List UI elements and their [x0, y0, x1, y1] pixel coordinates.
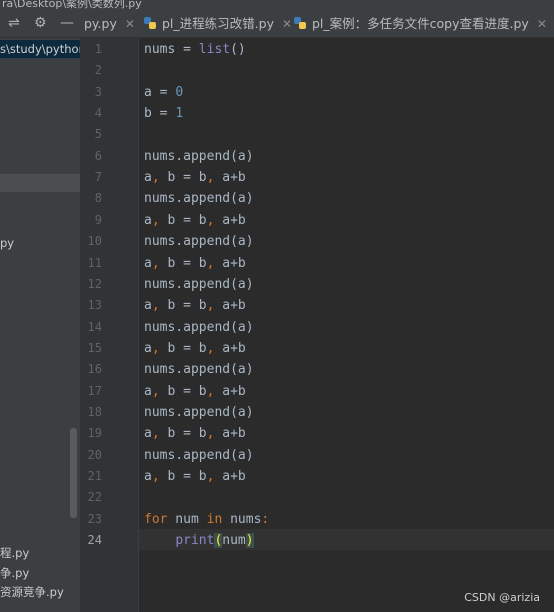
tab-file-2[interactable]: pl_进程练习改错.py ✕ — [144, 10, 290, 37]
code-line[interactable]: a, b = b, a+b — [144, 295, 246, 316]
line-number: 7 — [94, 170, 102, 185]
code-line[interactable]: nums.append(a) — [144, 317, 254, 338]
tab-file-3[interactable]: pl_案例：多任务文件copy查看进度.py ✕ — [294, 10, 554, 37]
project-path[interactable]: s\study\python — [0, 40, 80, 58]
code-line[interactable]: nums = list() — [144, 39, 246, 60]
line-number-gutter: 1 2 3 4 5 6 7 8 9 10 11 12 13 14 15 16 17 18 19 20 21 22 23 24 — [81, 38, 139, 612]
split-icon[interactable]: ⇌ — [8, 15, 20, 31]
line-number: 22 — [87, 490, 102, 505]
code-line[interactable]: b = 1 — [144, 103, 183, 124]
code-line[interactable]: nums.append(a) — [144, 231, 254, 252]
python-file-icon — [294, 17, 306, 29]
project-tree-panel: s\study\python py 程.py 争.py 资源竞争.py — [0, 38, 81, 612]
tab-file-1[interactable]: py.py ✕ — [84, 10, 140, 37]
line-number: 4 — [94, 106, 102, 121]
code-line[interactable]: nums.append(a) — [144, 188, 254, 209]
line-number: 13 — [87, 298, 102, 313]
window-title: ra\Desktop\案例\类数列.py — [2, 0, 142, 10]
code-line[interactable]: a, b = b, a+b — [144, 253, 246, 274]
line-number: 10 — [87, 234, 102, 249]
line-number: 11 — [87, 255, 102, 270]
line-number: 9 — [94, 212, 102, 227]
line-number: 3 — [94, 84, 102, 99]
tree-item[interactable]: 资源竞争.py — [0, 583, 80, 601]
code-line[interactable]: for num in nums: — [144, 509, 269, 530]
code-line[interactable]: print(num) — [144, 530, 254, 551]
line-number: 5 — [94, 127, 102, 142]
line-number: 6 — [94, 148, 102, 163]
line-number: 20 — [87, 447, 102, 462]
code-line[interactable]: a, b = b, a+b — [144, 338, 246, 359]
code-line[interactable]: a, b = b, a+b — [144, 381, 246, 402]
tree-item[interactable]: 程.py — [0, 544, 80, 562]
code-line[interactable]: a, b = b, a+b — [144, 167, 246, 188]
watermark: CSDN @arizia — [464, 591, 540, 604]
line-number: 12 — [87, 276, 102, 291]
line-number: 16 — [87, 362, 102, 377]
code-line[interactable]: a, b = b, a+b — [144, 423, 246, 444]
line-number: 1 — [94, 42, 102, 56]
code-line[interactable]: nums.append(a) — [144, 359, 254, 380]
line-number: 21 — [87, 469, 102, 483]
close-icon[interactable]: ✕ — [282, 17, 290, 31]
tree-item[interactable]: 争.py — [0, 564, 80, 582]
tab-label: pl_进程练习改错.py — [162, 16, 274, 31]
code-line[interactable]: a, b = b, a+b — [144, 210, 246, 231]
line-number: 14 — [87, 319, 102, 334]
line-number: 17 — [87, 383, 102, 398]
line-number: 2 — [94, 63, 102, 78]
line-number: 23 — [87, 511, 102, 526]
gear-icon[interactable]: ⚙ — [34, 15, 47, 31]
tree-selection-highlight — [0, 174, 80, 192]
code-line[interactable]: a, b = b, a+b — [144, 466, 246, 487]
code-line[interactable]: nums.append(a) — [144, 402, 254, 423]
line-number: 24 — [87, 533, 102, 548]
tab-label: py.py — [84, 16, 117, 31]
window-title-bar: ra\Desktop\案例\类数列.py — [0, 0, 554, 10]
close-icon[interactable]: ✕ — [125, 17, 135, 31]
line-number: 18 — [87, 404, 102, 419]
python-file-icon — [144, 17, 156, 29]
line-number: 8 — [94, 191, 102, 206]
code-line[interactable]: nums.append(a) — [144, 274, 254, 295]
tab-label: pl_案例：多任务文件copy查看进度.py — [312, 16, 529, 31]
close-icon[interactable]: ✕ — [537, 17, 547, 31]
code-line[interactable]: a = 0 — [144, 82, 183, 103]
code-editor[interactable]: nums = list() a = 0b = 1 nums.append(a) a, … — [139, 38, 554, 612]
line-number: 15 — [87, 340, 102, 355]
code-line[interactable]: nums.append(a) — [144, 445, 254, 466]
line-number: 19 — [87, 426, 102, 441]
minus-icon[interactable]: — — [60, 15, 74, 31]
code-line[interactable]: nums.append(a) — [144, 146, 254, 167]
tree-item[interactable]: py — [0, 234, 80, 252]
